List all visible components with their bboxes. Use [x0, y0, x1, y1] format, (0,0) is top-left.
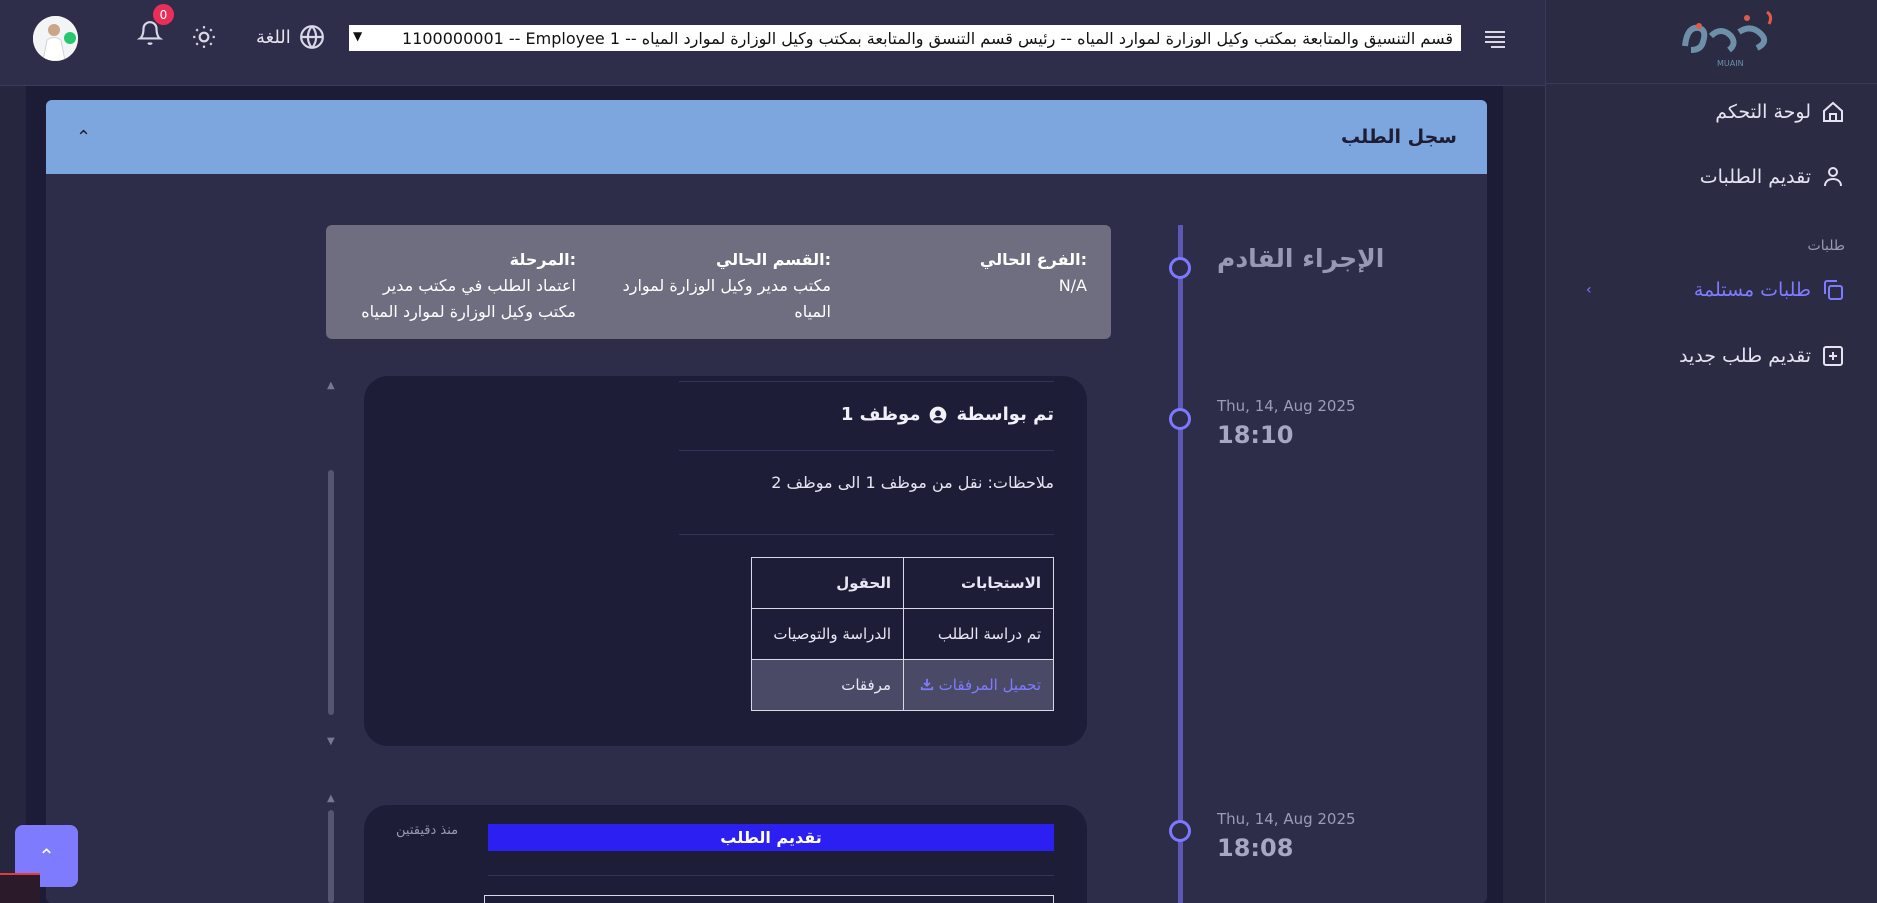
chevron-up-icon: ⌃: [38, 844, 55, 868]
logo-area: MUAIN: [1546, 0, 1877, 84]
scroll-up-arrow[interactable]: ▲: [327, 793, 335, 804]
sidebar: MUAIN لوحة التحكم تقديم الطلبات طلبات طل…: [1545, 0, 1877, 903]
copy-icon: [1824, 280, 1843, 300]
role-select-value: 1100000001 -- Employee 1 -- قسم التنسيق …: [402, 28, 1453, 48]
responses-table: [484, 895, 1054, 903]
timeline-date: Thu, 14, Aug 2025: [1217, 810, 1356, 828]
divider: [679, 450, 1054, 451]
current-branch: الفرع الحالي: N/A: [887, 247, 1087, 299]
scrollbar[interactable]: [328, 395, 336, 735]
branch-value: N/A: [1058, 276, 1087, 295]
sidebar-item-label: تقديم طلب جديد: [1679, 345, 1811, 367]
relative-time: منذ دقيقتين: [396, 823, 459, 838]
timeline-dot: [1169, 257, 1191, 279]
user-icon: [1824, 167, 1842, 187]
action-label-bar: تقديم الطلب: [488, 824, 1054, 851]
language-label: اللغة: [256, 26, 291, 48]
department-label: القسم الحالي:: [715, 250, 831, 269]
sun-icon[interactable]: [191, 24, 217, 50]
sidebar-item-label: لوحة التحكم: [1715, 101, 1811, 123]
timeline-entry: تم بواسطة موظف 1 ملاحظات: نقل من موظف 1 …: [364, 376, 1087, 746]
top-navbar: 0 اللغة ▼ 1100000001 -- Employee 1 -- قس…: [0, 0, 1545, 86]
brand-logo[interactable]: MUAIN: [1677, 6, 1782, 70]
current-stage: المرحلة: اعتماد الطلب في مكتب مدير مكتب …: [336, 247, 576, 325]
notes-text: ملاحظات: نقل من موظف 1 الى موظف 2: [771, 473, 1054, 492]
scroll-up-arrow[interactable]: ▲: [327, 380, 335, 391]
divider: [488, 875, 1054, 876]
current-status-box: الفرع الحالي: N/A القسم الحالي: مكتب مدي…: [326, 225, 1111, 339]
department-value: مكتب مدير وكيل الوزارة لموارد: [622, 276, 831, 295]
avatar[interactable]: [33, 16, 78, 61]
plus-square-icon: [1823, 346, 1843, 366]
table-header: الحقول: [751, 557, 904, 609]
timeline-time: 18:10: [1217, 421, 1294, 449]
table-cell: مرفقات: [751, 659, 904, 711]
performed-by: تم بواسطة موظف 1: [841, 404, 1054, 425]
sidebar-item-dashboard[interactable]: لوحة التحكم: [1715, 100, 1845, 124]
table-header-row: الحقول الاستجابات: [751, 557, 1054, 609]
divider: [679, 381, 1054, 382]
department-value: المياه: [794, 302, 831, 321]
notification-badge: 0: [153, 4, 174, 25]
timeline-time: 18:08: [1217, 834, 1294, 862]
stage-value: مكتب وكيل الوزارة لموارد المياه: [361, 302, 576, 321]
chevron-up-icon[interactable]: ⌃: [76, 127, 91, 148]
card-title: سجل الطلب: [1341, 126, 1457, 148]
chevron-down-icon: ▼: [353, 29, 363, 43]
sidebar-section-label: طلبات: [1807, 238, 1845, 254]
user-circle-icon: [930, 406, 947, 423]
timeline-date: Thu, 14, Aug 2025: [1217, 397, 1356, 415]
timeline-next-action: الإجراء القادم: [1217, 244, 1385, 273]
table-cell: الدراسة والتوصيات: [751, 608, 904, 660]
timeline-entry: تقديم الطلب منذ دقيقتين: [364, 805, 1087, 903]
sidebar-item-label: تقديم الطلبات: [1699, 166, 1811, 188]
download-attachments-label: تحميل المرفقات: [938, 676, 1041, 694]
table-header: الاستجابات: [903, 557, 1054, 609]
globe-icon: [299, 25, 324, 49]
timeline-dot: [1169, 820, 1191, 842]
stage-value: اعتماد الطلب في مكتب مدير: [382, 276, 576, 295]
logo-text: MUAIN: [1717, 59, 1744, 68]
online-status-dot: [64, 32, 76, 44]
scrollbar-thumb[interactable]: [328, 810, 334, 903]
sidebar-item-new-request[interactable]: تقديم طلب جديد: [1679, 344, 1845, 368]
stage-label: المرحلة:: [509, 250, 576, 269]
download-icon: [920, 678, 934, 691]
performed-by-user: موظف 1: [840, 404, 921, 425]
download-attachments-link[interactable]: تحميل المرفقات: [920, 676, 1041, 694]
home-icon: [1823, 101, 1843, 122]
sidebar-item-label: طلبات مستلمة: [1693, 279, 1811, 301]
scrollbar[interactable]: [328, 808, 336, 903]
sidebar-item-received-requests[interactable]: طلبات مستلمة: [1694, 278, 1845, 302]
performed-by-label: تم بواسطة: [956, 404, 1054, 425]
branch-label: الفرع الحالي:: [979, 250, 1087, 269]
timeline-dot: [1169, 408, 1191, 430]
current-department: القسم الحالي: مكتب مدير وكيل الوزارة لمو…: [601, 247, 831, 325]
debug-bar-icon[interactable]: [0, 873, 40, 903]
card-header[interactable]: ⌃ سجل الطلب: [46, 100, 1487, 174]
menu-icon[interactable]: [1483, 28, 1507, 50]
responses-table: الحقول الاستجابات الدراسة والتوصيات تم د…: [751, 557, 1054, 711]
role-select[interactable]: ▼ 1100000001 -- Employee 1 -- قسم التنسي…: [349, 25, 1461, 51]
scroll-down-arrow[interactable]: ▼: [327, 736, 335, 747]
scrollbar-thumb[interactable]: [328, 470, 334, 715]
timeline-line: [1178, 225, 1183, 903]
language-switcher[interactable]: اللغة: [256, 24, 325, 50]
sidebar-item-submit-requests[interactable]: تقديم الطلبات: [1700, 165, 1845, 189]
divider: [679, 534, 1054, 535]
table-cell: تحميل المرفقات: [903, 659, 1054, 711]
table-cell: تم دراسة الطلب: [903, 608, 1054, 660]
table-row: مرفقات تحميل المرفقات: [751, 659, 1054, 711]
chevron-left-icon[interactable]: ‹: [1586, 282, 1592, 298]
table-row: الدراسة والتوصيات تم دراسة الطلب: [751, 608, 1054, 660]
